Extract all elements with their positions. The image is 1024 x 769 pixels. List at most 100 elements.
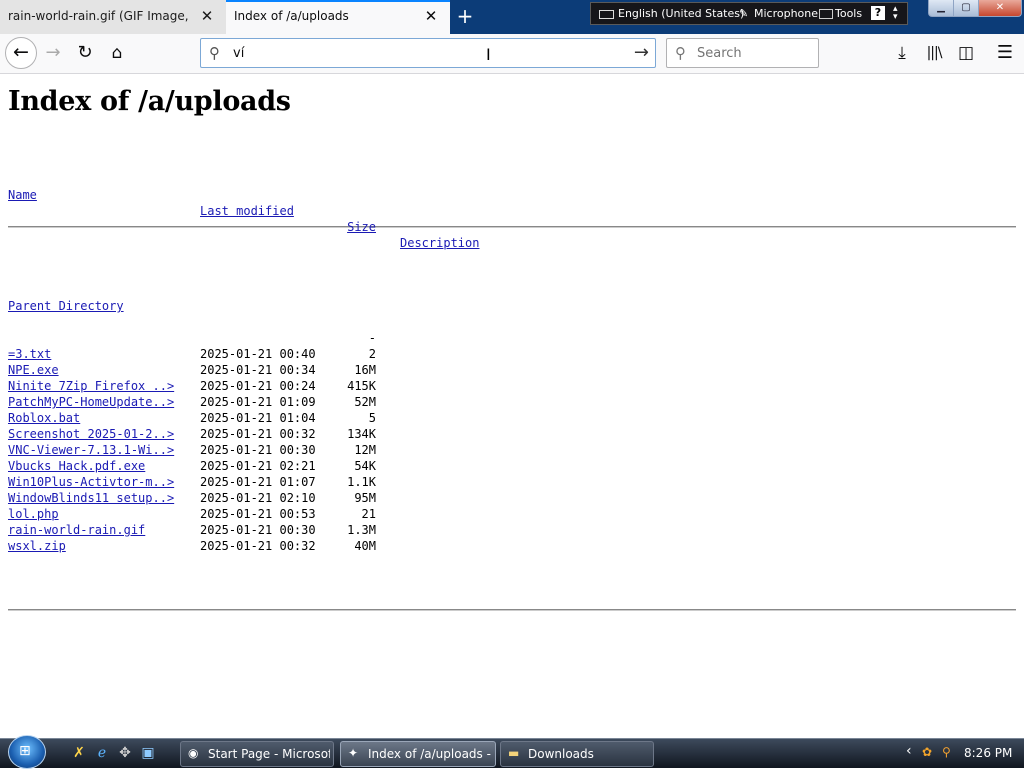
navigation-toolbar: ← → ↻ ⌂ ⚲ ví → ⚲ Search ⤓ |||\ ◫ ☰ xyxy=(0,34,1024,74)
file-link[interactable]: NPE.exe xyxy=(8,362,59,378)
options-chevron-icon[interactable]: ▴ ▾ xyxy=(893,5,898,22)
forward-button[interactable]: → xyxy=(38,38,68,68)
maximize-button[interactable]: ▢ xyxy=(953,0,979,17)
size-cell: 21 xyxy=(361,507,376,521)
taskbar-item-label: Downloads xyxy=(528,747,594,761)
windows-logo-icon: ⊞ xyxy=(19,743,31,759)
size-cell: - xyxy=(368,331,376,345)
modified-cell: 2025-01-21 00:40 xyxy=(200,347,316,361)
sort-by-modified-link[interactable]: Last modified xyxy=(200,203,294,219)
quicklaunch-browser-icon[interactable]: ▣ xyxy=(139,744,157,762)
show-hidden-icons-chevron-icon[interactable]: ‹ xyxy=(906,743,912,759)
close-icon[interactable]: ✕ xyxy=(423,8,439,24)
taskbar-item-downloads[interactable]: ▬ Downloads xyxy=(500,741,654,767)
size-cell: 95M xyxy=(354,491,376,505)
reload-button[interactable]: ↻ xyxy=(70,38,100,68)
file-link[interactable]: wsxl.zip xyxy=(8,538,66,554)
file-link[interactable]: PatchMyPC-HomeUpdate..> xyxy=(8,394,174,410)
tab-strip: rain-world-rain.gif (GIF Image, 222 ✕ In… xyxy=(0,0,1024,34)
clock[interactable]: 8:26 PM xyxy=(964,746,1012,760)
file-link[interactable]: =3.txt xyxy=(8,346,51,362)
list-item: VNC-Viewer-7.13.1-Wi..> 2025-01-21 00:30 1… xyxy=(8,442,1016,458)
modified-cell: 2025-01-21 01:09 xyxy=(200,395,316,409)
list-item: Win10Plus-Activtor-m..> 2025-01-21 01:07 1… xyxy=(8,474,1016,490)
system-tray: ‹ ✿ ⚲ 8:26 PM xyxy=(900,739,1024,767)
start-button[interactable]: ⊞ xyxy=(8,735,46,769)
reload-icon: ↻ xyxy=(77,42,93,63)
tab-index-uploads[interactable]: Index of /a/uploads ✕ xyxy=(226,0,450,34)
tab-label: rain-world-rain.gif (GIF Image, 222 xyxy=(8,9,190,23)
close-window-button[interactable]: ✕ xyxy=(978,0,1022,17)
back-button[interactable]: ← xyxy=(5,37,37,69)
file-link[interactable]: Vbucks Hack.pdf.exe xyxy=(8,458,145,474)
quicklaunch-tool-icon[interactable]: ✥ xyxy=(116,744,134,762)
help-button[interactable]: ? xyxy=(871,6,885,20)
file-link[interactable]: Ninite 7Zip Firefox ..> xyxy=(8,378,174,394)
url-input[interactable]: ví xyxy=(233,46,244,61)
tab-rain-world-gif[interactable]: rain-world-rain.gif (GIF Image, 222 ✕ xyxy=(0,0,226,34)
firefox-icon: ✦ xyxy=(348,746,359,760)
list-item: lol.php 2025-01-21 00:53 21 xyxy=(8,506,1016,522)
plus-icon: + xyxy=(456,4,474,28)
list-item: WindowBlinds11 setup..> 2025-01-21 02:10 9… xyxy=(8,490,1016,506)
library-button[interactable]: |||\ xyxy=(920,39,948,67)
downloads-button[interactable]: ⤓ xyxy=(888,39,916,67)
modified-cell: 2025-01-21 00:34 xyxy=(200,363,316,377)
sort-by-name-link[interactable]: Name xyxy=(8,187,37,203)
search-bar[interactable]: ⚲ Search xyxy=(666,38,819,68)
sidebar-icon: ◫ xyxy=(957,43,975,63)
list-item: Roblox.bat 2025-01-21 01:04 5 xyxy=(8,410,1016,426)
file-listing: Name Last modified Size Description Pare… xyxy=(8,139,1016,649)
menu-button[interactable]: ☰ xyxy=(991,39,1019,67)
new-tab-button[interactable]: + xyxy=(452,4,478,30)
go-arrow-icon[interactable]: → xyxy=(634,42,649,63)
search-icon: ⚲ xyxy=(209,44,220,62)
modified-cell: 2025-01-21 02:10 xyxy=(200,491,316,505)
size-cell: 54K xyxy=(354,459,376,473)
close-icon[interactable]: ✕ xyxy=(199,8,215,24)
file-link[interactable]: Screenshot 2025-01-2..> xyxy=(8,426,174,442)
taskbar-item-index-uploads[interactable]: ✦ Index of /a/uploads -... xyxy=(340,741,496,767)
quicklaunch-app-icon[interactable]: ✗ xyxy=(70,744,88,762)
taskbar-item-label: Index of /a/uploads -... xyxy=(368,747,492,761)
home-button[interactable]: ⌂ xyxy=(102,38,132,68)
taskbar-item-label: Start Page - Microsof... xyxy=(208,747,330,761)
file-link[interactable]: rain-world-rain.gif xyxy=(8,522,145,538)
size-cell: 2 xyxy=(368,347,376,361)
file-link[interactable]: Win10Plus-Activtor-m..> xyxy=(8,474,174,490)
search-icon: ⚲ xyxy=(675,44,686,62)
minimize-button[interactable]: ▁ xyxy=(928,0,954,17)
taskbar-item-start-page[interactable]: ◉ Start Page - Microsof... xyxy=(180,741,334,767)
tools-button[interactable]: Tools xyxy=(835,7,862,20)
list-item: =3.txt 2025-01-21 00:40 2 xyxy=(8,346,1016,362)
language-bar: English (United States) ✎ Microphone Too… xyxy=(590,2,908,25)
list-item: Ninite 7Zip Firefox ..> 2025-01-21 00:24 4… xyxy=(8,378,1016,394)
language-button[interactable]: English (United States) xyxy=(618,7,744,20)
file-link[interactable]: Roblox.bat xyxy=(8,410,80,426)
list-item: NPE.exe 2025-01-21 00:34 16M xyxy=(8,362,1016,378)
microphone-button[interactable]: Microphone xyxy=(754,7,818,20)
file-link[interactable]: VNC-Viewer-7.13.1-Wi..> xyxy=(8,442,174,458)
arrow-right-icon: → xyxy=(45,42,61,63)
file-link[interactable]: WindowBlinds11 setup..> xyxy=(8,490,174,506)
file-link[interactable]: lol.php xyxy=(8,506,59,522)
browser-icon: ◉ xyxy=(188,746,199,760)
keyboard-icon[interactable] xyxy=(599,10,614,19)
size-cell: 40M xyxy=(354,539,376,553)
modified-cell: 2025-01-21 00:32 xyxy=(200,539,316,553)
hamburger-icon: ☰ xyxy=(996,42,1014,63)
internet-explorer-icon[interactable]: ℯ xyxy=(93,744,111,762)
size-cell: 12M xyxy=(354,443,376,457)
tab-label: Index of /a/uploads xyxy=(234,9,349,23)
sort-by-description-link[interactable]: Description xyxy=(400,235,479,251)
sort-by-size-link[interactable]: Size xyxy=(336,219,376,235)
tray-app-icon[interactable]: ✿ xyxy=(922,745,932,759)
sidebar-button[interactable]: ◫ xyxy=(952,39,980,67)
search-input[interactable]: Search xyxy=(697,46,742,61)
url-bar[interactable]: ⚲ ví → xyxy=(200,38,656,68)
download-icon: ⤓ xyxy=(898,43,906,63)
tray-search-icon[interactable]: ⚲ xyxy=(942,745,951,759)
parent-directory-link[interactable]: Parent Directory xyxy=(8,298,124,314)
column-header-row: Name Last modified Size Description xyxy=(8,171,1016,250)
modified-cell: 2025-01-21 00:53 xyxy=(200,507,316,521)
